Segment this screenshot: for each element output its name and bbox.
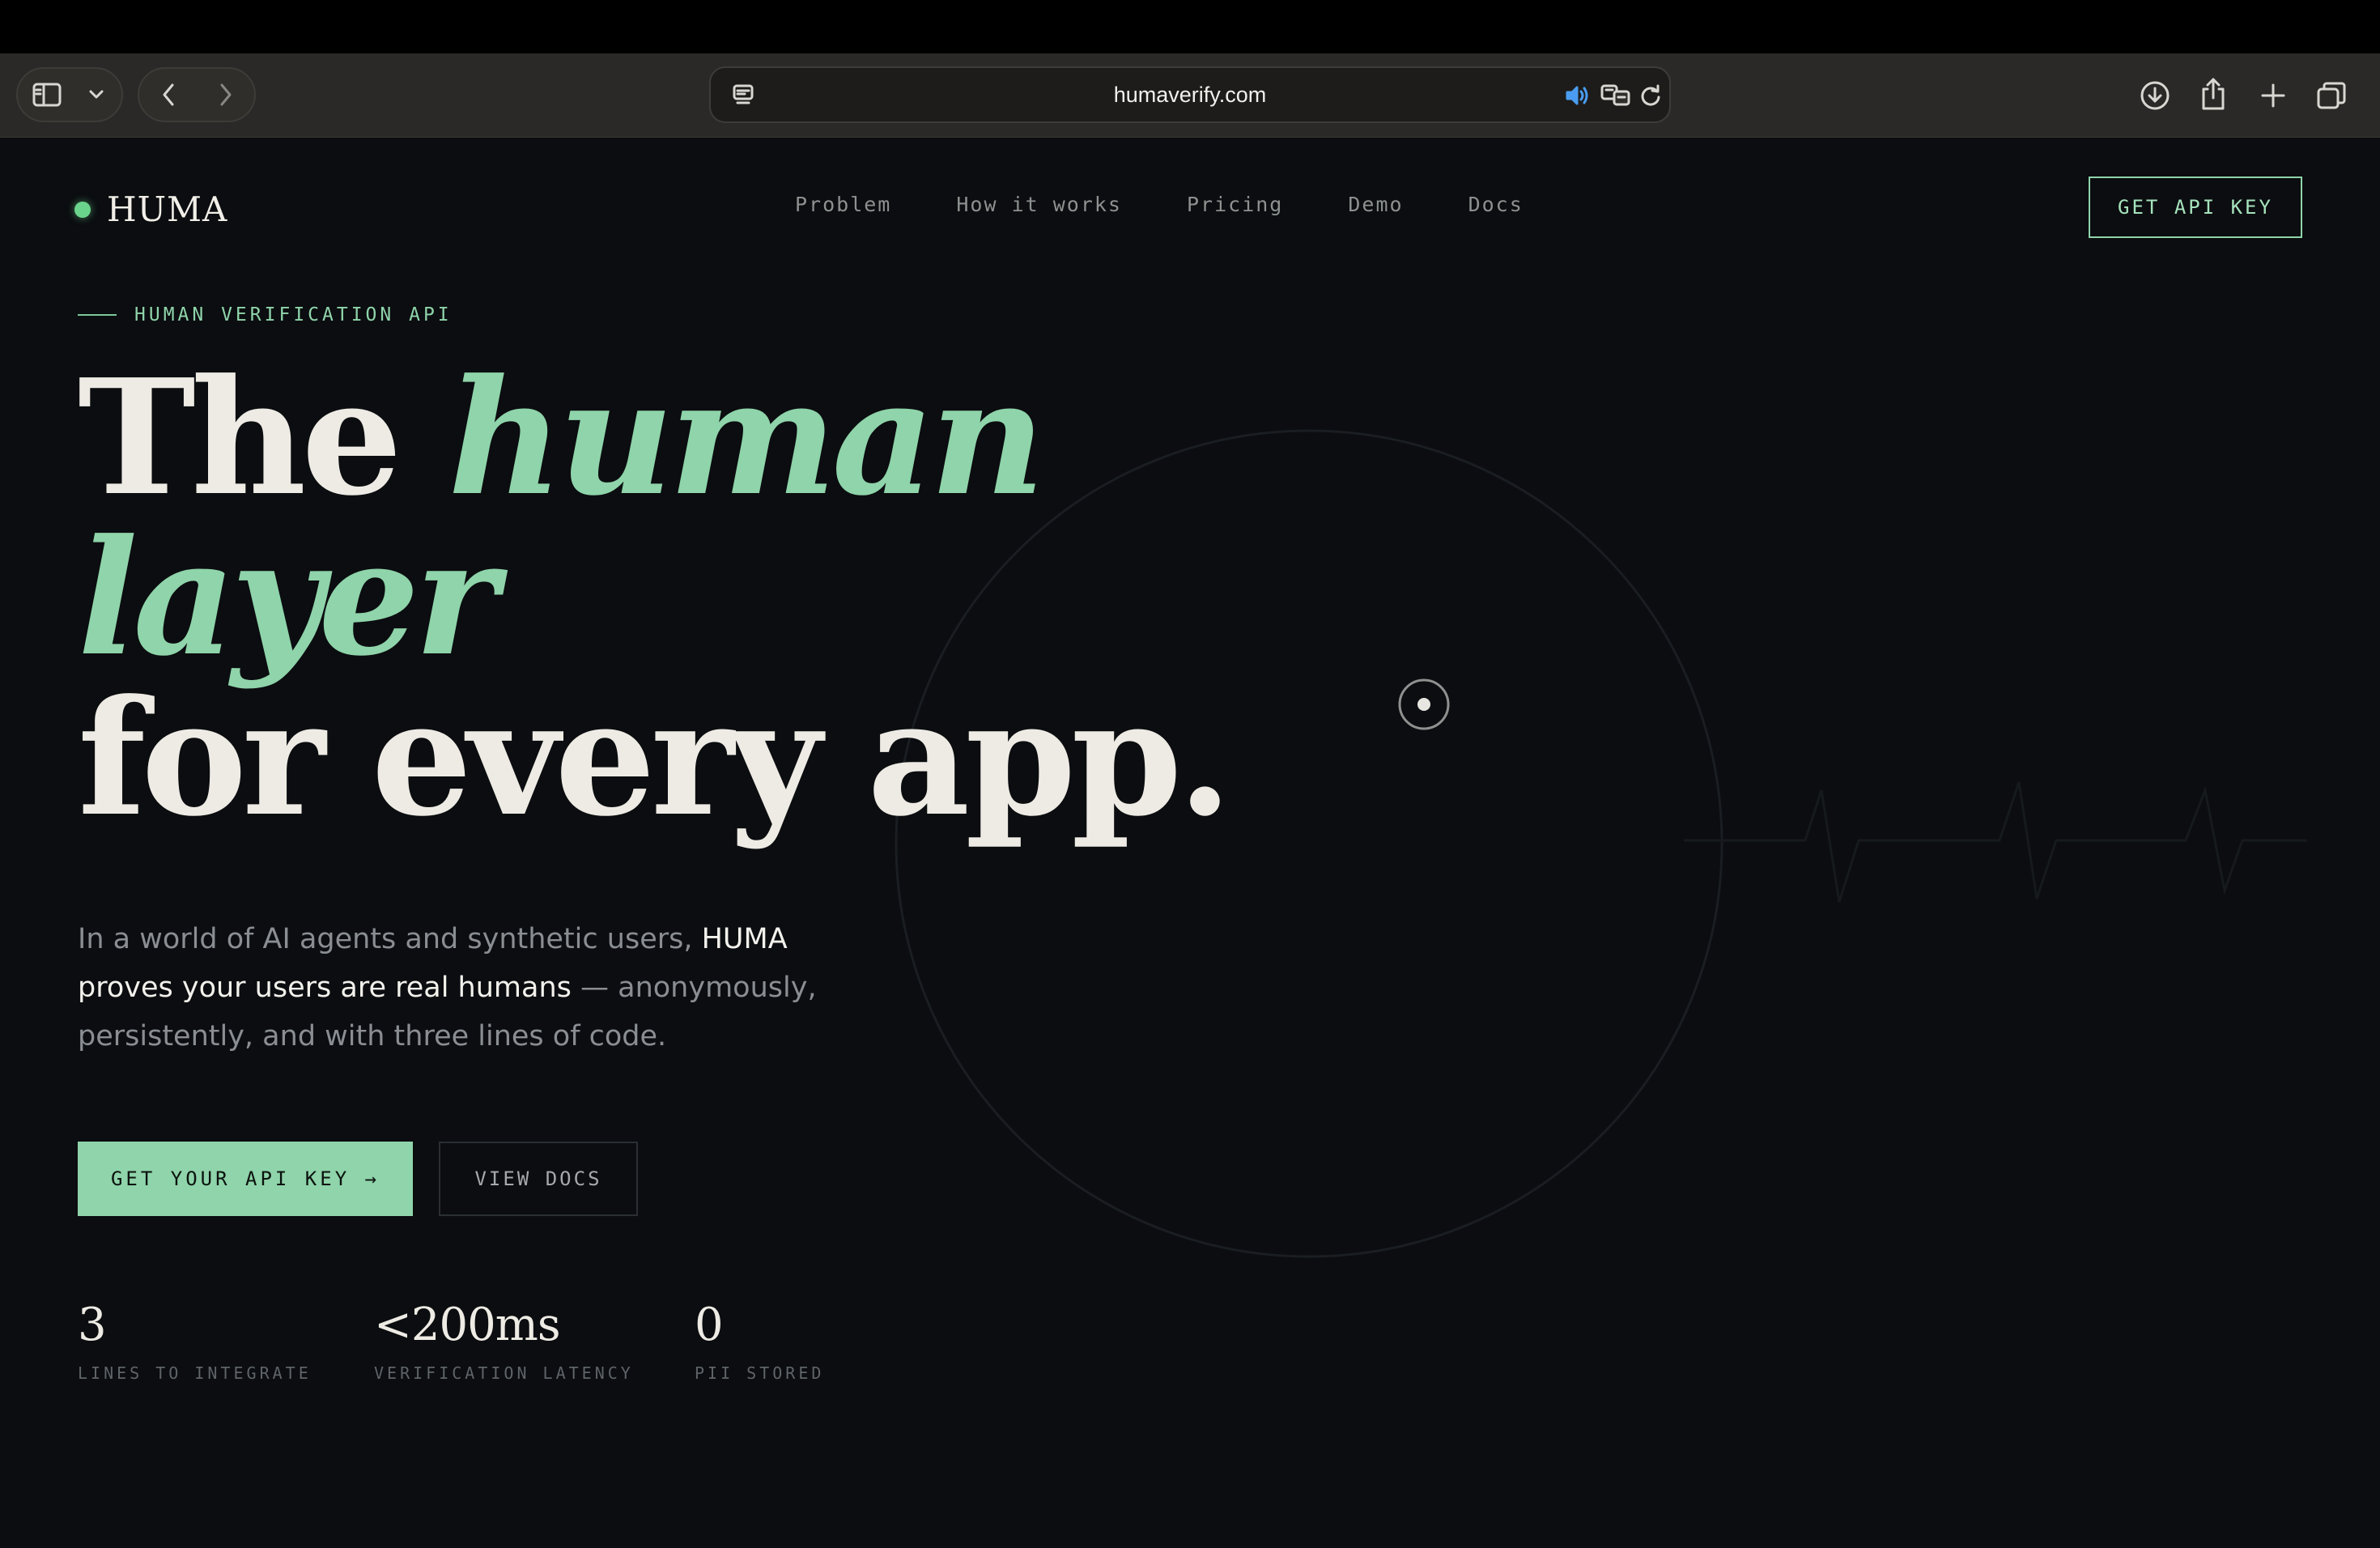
- eyebrow-rule: [78, 314, 117, 316]
- hero-lead: In a world of AI agents and synthetic us…: [78, 915, 887, 1061]
- stat-value: 0: [695, 1299, 724, 1351]
- stat-lines: 3 LINES TO INTEGRATE: [78, 1297, 312, 1383]
- stat-pii: 0 PII STORED: [695, 1297, 824, 1383]
- browser-toolbar: humaverify.com: [0, 53, 2380, 138]
- web-page: HUMA Problem How it works Pricing Demo D…: [0, 138, 2380, 1548]
- back-arrow-icon[interactable]: [139, 69, 197, 121]
- stat-label: VERIFICATION LATENCY: [374, 1363, 634, 1383]
- share-icon[interactable]: [2195, 74, 2231, 113]
- logo-text: HUMA: [107, 189, 228, 229]
- stat-label: LINES TO INTEGRATE: [78, 1363, 312, 1383]
- headline-accent-human: human: [448, 345, 1045, 531]
- orbit-node-ring: [1398, 678, 1450, 730]
- hero-eyebrow: HUMAN VERIFICATION API: [78, 304, 453, 325]
- logo-dot: [74, 201, 91, 218]
- lead-pre: In a world of AI agents and synthetic us…: [78, 923, 702, 955]
- tab-overview-icon[interactable]: [2314, 78, 2349, 113]
- new-tab-icon[interactable]: [2255, 78, 2291, 113]
- nav-link-demo[interactable]: Demo: [1348, 193, 1403, 216]
- stat-label: PII STORED: [695, 1363, 825, 1383]
- headline-line-3: for every app.: [78, 666, 1233, 852]
- eyebrow-text: HUMAN VERIFICATION API: [134, 304, 453, 325]
- reload-icon[interactable]: [1637, 81, 1664, 110]
- downloads-icon[interactable]: [2137, 78, 2173, 113]
- sidebar-icon[interactable]: [18, 69, 76, 121]
- sidebar-toggle-group: [16, 67, 123, 122]
- headline-accent-layer: layer: [78, 505, 498, 691]
- nav-link-docs[interactable]: Docs: [1468, 193, 1524, 216]
- stat-value: <200ms: [374, 1299, 561, 1351]
- logo[interactable]: HUMA: [74, 189, 227, 229]
- chevron-down-icon[interactable]: [76, 69, 117, 121]
- get-api-key-button[interactable]: GET API KEY: [2089, 176, 2302, 238]
- history-nav-group: [138, 67, 256, 122]
- stat-value: 3: [78, 1299, 107, 1351]
- system-menubar: [0, 0, 2380, 53]
- url-text: humaverify.com: [1113, 83, 1267, 107]
- nav-link-problem[interactable]: Problem: [795, 193, 891, 216]
- hero-headline: The human layer for every app.: [78, 358, 1233, 852]
- audio-playing-icon[interactable]: [1564, 81, 1592, 110]
- view-docs-button[interactable]: VIEW DOCS: [439, 1142, 638, 1216]
- heartbeat-line: [1684, 781, 2307, 903]
- translate-icon[interactable]: [1600, 81, 1632, 110]
- stat-latency: <200ms VERIFICATION LATENCY: [374, 1297, 634, 1383]
- get-your-api-key-button[interactable]: GET YOUR API KEY →: [78, 1142, 413, 1216]
- nav-link-pricing[interactable]: Pricing: [1187, 193, 1283, 216]
- main-nav: Problem How it works Pricing Demo Docs: [795, 193, 1524, 216]
- forward-arrow-icon[interactable]: [197, 69, 254, 121]
- address-bar[interactable]: humaverify.com: [709, 66, 1671, 123]
- nav-link-how-it-works[interactable]: How it works: [956, 193, 1122, 216]
- orbit-node-dot: [1417, 698, 1430, 711]
- headline-part-1: The: [78, 345, 448, 531]
